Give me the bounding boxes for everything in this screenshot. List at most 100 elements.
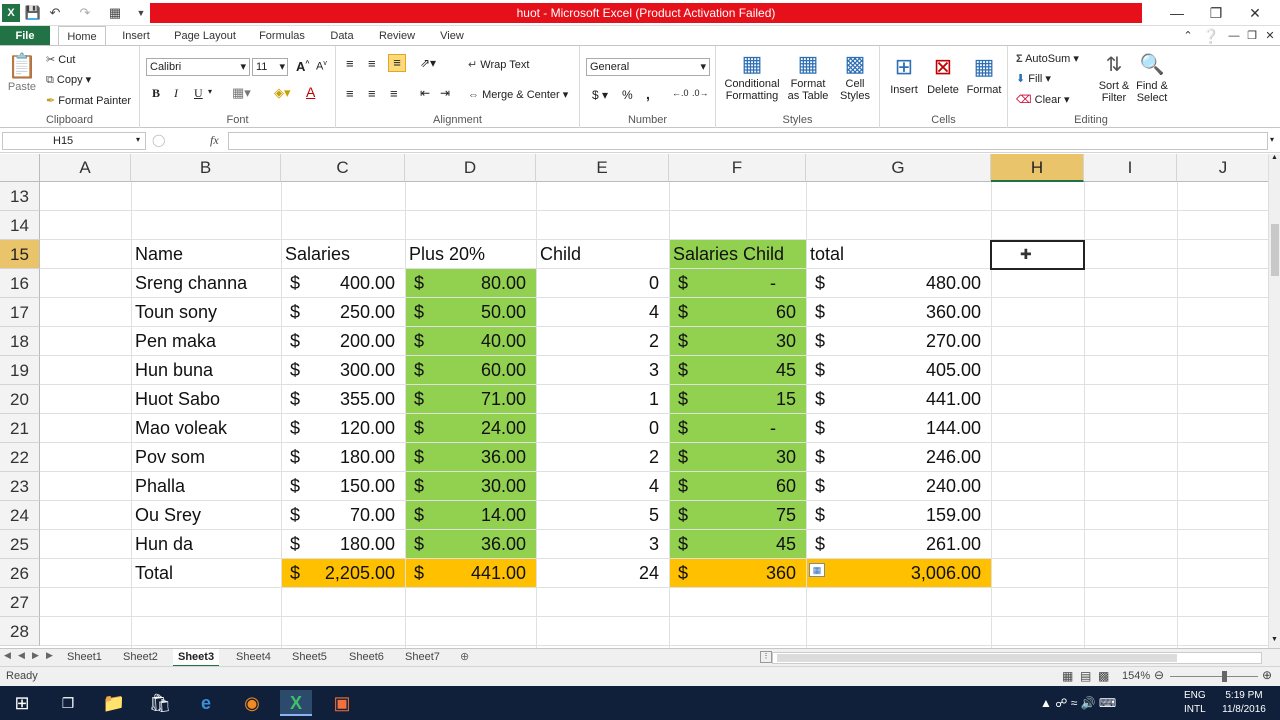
task-view-icon[interactable]: ❐	[52, 690, 84, 716]
borders-icon[interactable]: ▦▾	[232, 85, 251, 101]
zoom-slider-thumb[interactable]	[1222, 671, 1227, 682]
select-all-corner[interactable]	[0, 154, 40, 182]
name-cell[interactable]: Mao voleak	[135, 414, 227, 443]
salaries-child-cell[interactable]: $60	[669, 472, 806, 501]
child-cell[interactable]: 3	[536, 356, 669, 385]
salaries-child-cell[interactable]: $15	[669, 385, 806, 414]
plus20-cell[interactable]: $60.00	[405, 356, 536, 385]
row-header[interactable]: 20	[0, 385, 40, 414]
column-header-e[interactable]: E	[536, 154, 669, 182]
sheet-nav-next-icon[interactable]: ▶	[32, 650, 39, 661]
increase-indent-icon[interactable]: ⇥	[440, 86, 450, 100]
hscroll-thumb[interactable]	[777, 654, 1177, 662]
format-painter-button[interactable]: ✒ Format Painter	[46, 94, 131, 107]
row-header[interactable]: 18	[0, 327, 40, 356]
clock[interactable]: 5:19 PM 11/8/2016	[1220, 689, 1268, 717]
clear-button[interactable]: ⌫ Clear ▾	[1016, 93, 1070, 106]
fill-button[interactable]: ⬇ Fill ▾	[1016, 72, 1051, 85]
child-cell[interactable]: 0	[536, 269, 669, 298]
cut-button[interactable]: ✂ Cut	[46, 53, 75, 66]
salary-cell[interactable]: $400.00	[281, 269, 405, 298]
salary-cell[interactable]: $200.00	[281, 327, 405, 356]
comma-button[interactable]: ,	[646, 86, 650, 102]
tray-icons[interactable]: ▲ ☍ ≈ 🔊 ⌨	[1040, 696, 1116, 710]
row-header[interactable]: 13	[0, 182, 40, 211]
column-header-c[interactable]: C	[281, 154, 405, 182]
row-header[interactable]: 14	[0, 211, 40, 240]
column-header-g[interactable]: G	[806, 154, 991, 182]
wrap-text-button[interactable]: ↵ Wrap Text	[468, 58, 529, 71]
sheet-nav-prev-icon[interactable]: ◀	[18, 650, 25, 661]
redo-icon[interactable]: ↷	[76, 4, 94, 22]
name-cell[interactable]: Hun buna	[135, 356, 213, 385]
orientation-icon[interactable]: ⇗▾	[420, 56, 436, 70]
row-header[interactable]: 28	[0, 617, 40, 646]
name-cell[interactable]: Ou Srey	[135, 501, 201, 530]
cancel-entry-icon[interactable]: ◯	[152, 133, 165, 147]
plus20-cell[interactable]: $50.00	[405, 298, 536, 327]
active-cell-selection[interactable]	[990, 240, 1085, 270]
undo-icon[interactable]: ↶	[46, 4, 64, 22]
plus20-cell[interactable]: $71.00	[405, 385, 536, 414]
grow-font-icon[interactable]: A^	[296, 59, 309, 74]
header-plus20[interactable]: Plus 20%	[409, 240, 485, 269]
zoom-out-icon[interactable]: ⊖	[1154, 668, 1164, 682]
tab-data[interactable]: Data	[322, 26, 362, 46]
total-cell[interactable]: $270.00	[806, 327, 991, 356]
split-handle[interactable]: ⋮	[760, 651, 772, 663]
store-icon[interactable]: 🛍	[144, 690, 176, 716]
child-cell[interactable]: 5	[536, 501, 669, 530]
header-salaries-child[interactable]: Salaries Child	[673, 240, 784, 269]
currency-button[interactable]: $ ▾	[592, 88, 608, 102]
sheet-tab-3[interactable]: Sheet3	[173, 649, 220, 667]
name-cell[interactable]: Pov som	[135, 443, 205, 472]
row-header[interactable]: 24	[0, 501, 40, 530]
child-cell[interactable]: 2	[536, 327, 669, 356]
plus20-cell[interactable]: $80.00	[405, 269, 536, 298]
salaries-child-cell[interactable]: $30	[669, 443, 806, 472]
column-header-b[interactable]: B	[131, 154, 281, 182]
row-header[interactable]: 25	[0, 530, 40, 559]
minimize-button[interactable]: —	[1160, 2, 1194, 24]
collapse-ribbon-icon[interactable]: ⌃	[1180, 26, 1196, 46]
italic-button[interactable]: I	[174, 86, 178, 101]
doc-close-icon[interactable]: ✕	[1262, 26, 1278, 46]
row-header[interactable]: 21	[0, 414, 40, 443]
name-cell[interactable]: Huot Sabo	[135, 385, 220, 414]
total-cell[interactable]: $144.00	[806, 414, 991, 443]
formula-input[interactable]	[228, 132, 1268, 150]
paste-button[interactable]: 📋 Paste	[6, 52, 38, 93]
shrink-font-icon[interactable]: Av	[316, 60, 327, 73]
sheet-tab-2[interactable]: Sheet2	[118, 649, 163, 667]
name-cell[interactable]: Pen maka	[135, 327, 216, 356]
edge-browser-icon[interactable]: e	[190, 690, 222, 716]
total-cell[interactable]: $261.00	[806, 530, 991, 559]
page-layout-view-icon[interactable]: ▤	[1080, 669, 1091, 683]
salary-cell[interactable]: $355.00	[281, 385, 405, 414]
name-cell[interactable]: Toun sony	[135, 298, 217, 327]
plus20-cell[interactable]: $36.00	[405, 530, 536, 559]
tab-insert[interactable]: Insert	[114, 26, 158, 46]
total-cell[interactable]: $246.00	[806, 443, 991, 472]
child-cell[interactable]: 1	[536, 385, 669, 414]
delete-cells-button[interactable]: ⊠ Delete	[924, 50, 962, 96]
app-taskbar-icon[interactable]: ▣	[326, 690, 358, 716]
plus20-cell[interactable]: $36.00	[405, 443, 536, 472]
total-cell[interactable]: $159.00	[806, 501, 991, 530]
number-format-combo[interactable]: General ▾	[586, 58, 710, 76]
merge-center-button[interactable]: ⇔ Merge & Center ▾	[468, 88, 568, 101]
salaries-child-cell[interactable]: $ -	[669, 269, 806, 298]
align-middle-icon[interactable]: ≡	[368, 56, 376, 71]
total-cell[interactable]: $405.00	[806, 356, 991, 385]
header-total[interactable]: total	[810, 240, 844, 269]
decrease-decimal-icon[interactable]: .0→	[692, 88, 709, 98]
tab-page-layout[interactable]: Page Layout	[168, 26, 242, 46]
sheet-tab-4[interactable]: Sheet4	[231, 649, 276, 667]
total-plus-cell[interactable]: $441.00	[405, 559, 536, 588]
scroll-thumb[interactable]	[1271, 224, 1279, 276]
tab-file[interactable]: File	[0, 26, 50, 46]
child-cell[interactable]: 0	[536, 414, 669, 443]
page-break-view-icon[interactable]: ▩	[1098, 669, 1109, 683]
decrease-indent-icon[interactable]: ⇤	[420, 86, 430, 100]
child-cell[interactable]: 4	[536, 472, 669, 501]
